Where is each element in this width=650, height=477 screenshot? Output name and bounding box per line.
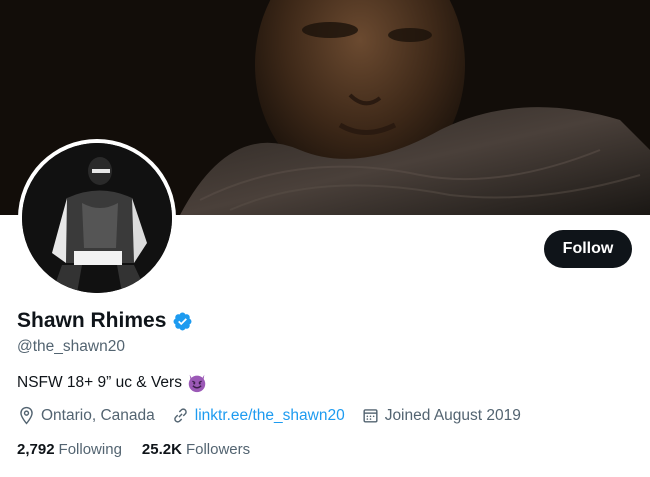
- bio-text: NSFW 18+ 9” uc & Vers: [17, 374, 182, 391]
- location-pin-icon: [20, 406, 33, 425]
- following-stat[interactable]: 2,792 Following: [17, 441, 122, 458]
- follow-button[interactable]: Follow: [544, 230, 632, 268]
- verified-badge-icon[interactable]: [172, 311, 193, 332]
- followers-label: Followers: [185, 441, 251, 458]
- link-icon: [173, 408, 187, 423]
- location-text: Ontario, Canada: [41, 406, 155, 424]
- smiling-devil-icon: [188, 374, 206, 393]
- website-link[interactable]: linktr.ee/the_shawn20: [195, 407, 345, 425]
- avatar[interactable]: [22, 143, 172, 293]
- joined-text: Joined August 2019: [384, 406, 521, 424]
- avatar-photo: [22, 143, 172, 293]
- profile-name-row: Shawn Rhimes: [17, 309, 193, 333]
- avatar-frame[interactable]: [18, 139, 176, 297]
- following-label: Following: [58, 441, 122, 458]
- user-handle: @the_shawn20: [17, 338, 125, 355]
- profile-meta: Ontario, Canada linktr.ee/the_shawn20 Jo…: [17, 406, 537, 425]
- followers-count: 25.2K: [141, 441, 182, 458]
- website-item: linktr.ee/the_shawn20: [171, 406, 345, 425]
- profile-bio: NSFW 18+ 9” uc & Vers: [17, 372, 208, 394]
- following-count: 2,792: [17, 441, 55, 458]
- calendar-icon: [363, 409, 378, 423]
- display-name: Shawn Rhimes: [17, 309, 167, 332]
- joined-item: Joined August 2019: [361, 406, 521, 425]
- follow-stats: 2,792 Following 25.2K Followers: [17, 441, 270, 458]
- location-item: Ontario, Canada: [17, 406, 155, 425]
- followers-stat[interactable]: 25.2K Followers: [142, 441, 250, 458]
